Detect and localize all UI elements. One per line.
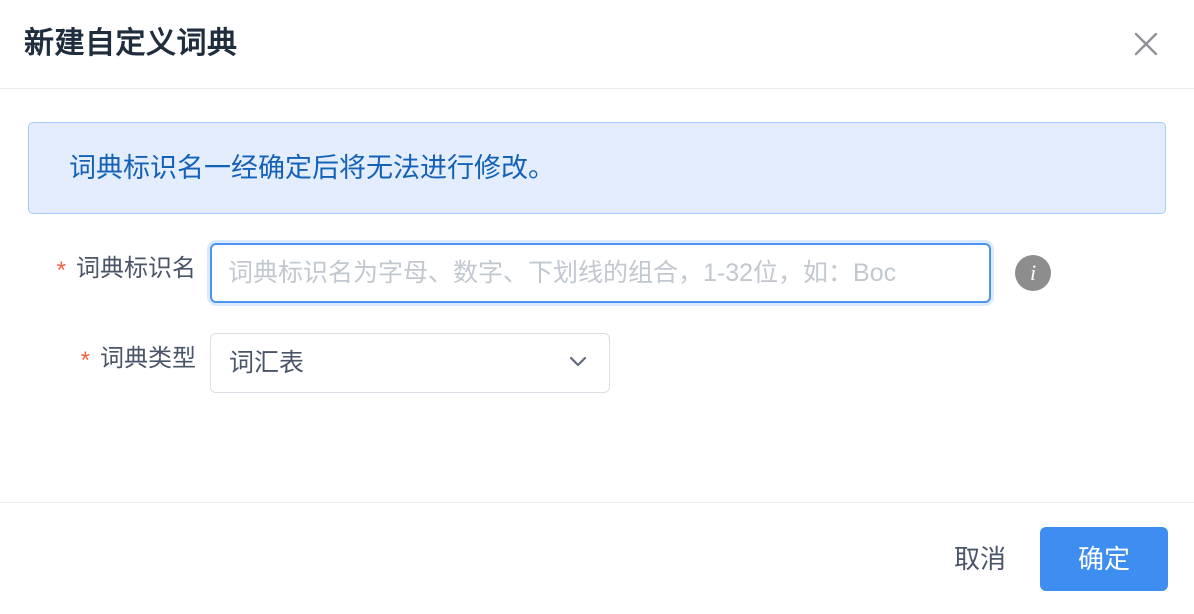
chevron-down-icon [565, 348, 591, 379]
label-dictionary-type-text: 词典类型 [100, 345, 196, 372]
dictionary-form: * 词典标识名 i * 词典类型 词汇表 [28, 243, 1166, 393]
label-dictionary-type: * 词典类型 [28, 333, 210, 373]
info-icon[interactable]: i [1015, 255, 1051, 291]
close-icon[interactable] [1124, 22, 1168, 66]
form-row-dictionary-type: * 词典类型 词汇表 [28, 333, 1166, 393]
new-custom-dictionary-dialog: 新建自定义词典 词典标识名一经确定后将无法进行修改。 * 词典标识名 i [0, 0, 1194, 614]
control-dictionary-id: i [210, 243, 1051, 303]
dictionary-type-select[interactable]: 词汇表 [210, 333, 610, 393]
confirm-button[interactable]: 确定 [1040, 526, 1168, 591]
form-row-dictionary-id: * 词典标识名 i [28, 243, 1166, 303]
info-alert-banner: 词典标识名一经确定后将无法进行修改。 [28, 122, 1166, 214]
dialog-footer: 取消 确定 [0, 502, 1194, 614]
label-dictionary-id: * 词典标识名 [28, 243, 210, 283]
dictionary-type-value: 词汇表 [229, 348, 305, 377]
dialog-title: 新建自定义词典 [24, 27, 238, 60]
label-dictionary-id-text: 词典标识名 [76, 255, 196, 282]
dialog-header: 新建自定义词典 [0, 0, 1194, 89]
info-alert-text: 词典标识名一经确定后将无法进行修改。 [69, 152, 555, 183]
control-dictionary-type: 词汇表 [210, 333, 610, 393]
dialog-body: 词典标识名一经确定后将无法进行修改。 * 词典标识名 i * 词典类型 词汇表 [0, 89, 1194, 502]
cancel-button[interactable]: 取消 [948, 538, 1012, 580]
required-marker: * [80, 347, 90, 374]
required-marker: * [56, 257, 66, 284]
dictionary-id-input[interactable] [210, 243, 991, 303]
